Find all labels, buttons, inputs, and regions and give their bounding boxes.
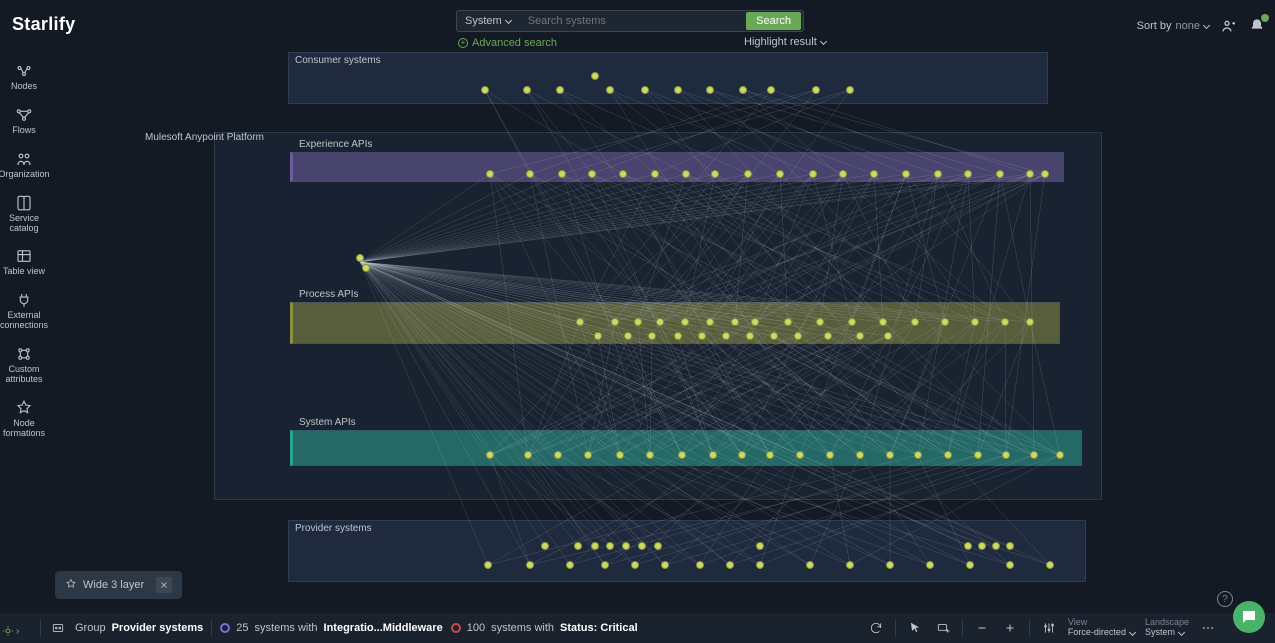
graph-canvas[interactable]: Consumer systems Mulesoft Anypoint Platf… (50, 50, 1275, 613)
organization-icon (15, 150, 33, 168)
sidebar-item-custom-attributes[interactable]: Custom attributes (1, 345, 47, 385)
refresh-icon[interactable] (867, 619, 885, 637)
lane-consumer-systems: Consumer systems (288, 52, 1048, 104)
lane-experience-apis: Experience APIs (290, 152, 1064, 182)
sidebar-item-external-connections[interactable]: External connections (1, 291, 47, 331)
legend-item-1[interactable]: 25 systems with Integratio...Middleware (220, 622, 442, 634)
sidebar-item-node-formations[interactable]: Node formations (1, 399, 47, 439)
star-outline-icon (65, 578, 77, 593)
filter-sliders-icon[interactable] (1040, 619, 1058, 637)
book-icon (15, 194, 33, 212)
chevron-down-icon (1203, 22, 1210, 29)
highlight-result-toggle[interactable]: Highlight result (744, 36, 826, 48)
legend-dot-icon (220, 623, 230, 633)
sidebar-item-organization[interactable]: Organization (1, 150, 47, 180)
notification-badge (1261, 14, 1269, 22)
plug-icon (15, 291, 33, 309)
advanced-search-link[interactable]: + Advanced search (458, 37, 557, 49)
search-input[interactable] (520, 15, 744, 27)
flows-icon (15, 106, 33, 124)
search-button[interactable]: Search (746, 12, 801, 30)
sidebar: Nodes Flows Organization Service catalog… (0, 50, 48, 613)
zoom-in-icon[interactable] (1001, 619, 1019, 637)
chevron-down-icon (1129, 629, 1136, 636)
chevron-right-icon: › (16, 626, 19, 637)
search-bar: System Search (456, 10, 804, 32)
bottom-bar: Group Provider systems 25 systems with I… (0, 613, 1275, 643)
lane-provider-systems: Provider systems (288, 520, 1086, 582)
legend-dot-icon (451, 623, 461, 633)
app-logo: Starlify (12, 14, 75, 35)
sort-by-dropdown[interactable]: Sort by none (1137, 20, 1209, 32)
search-type-label: System (465, 15, 502, 27)
notifications-icon[interactable] (1249, 18, 1265, 34)
sidebar-item-service-catalog[interactable]: Service catalog (1, 194, 47, 234)
view-dropdown[interactable]: View Force-directed (1068, 618, 1135, 638)
chevron-down-icon (820, 38, 827, 45)
lane-process-apis: Process APIs (290, 302, 1060, 344)
close-icon[interactable] (156, 577, 172, 593)
group-indicator[interactable]: Group Provider systems (75, 622, 203, 634)
sidebar-item-flows[interactable]: Flows (1, 106, 47, 136)
star-icon (15, 399, 33, 417)
chat-button[interactable] (1233, 601, 1265, 633)
group-icon[interactable] (49, 619, 67, 637)
sidebar-item-table-view[interactable]: Table view (1, 247, 47, 277)
sidebar-item-nodes[interactable]: Nodes (1, 62, 47, 92)
add-rect-icon[interactable] (934, 619, 952, 637)
legend-item-2[interactable]: 100 systems with Status: Critical (451, 622, 638, 634)
wide-layer-pill[interactable]: Wide 3 layer (55, 571, 182, 599)
cursor-icon[interactable] (906, 619, 924, 637)
add-user-icon[interactable] (1221, 18, 1237, 34)
nodes-icon (15, 62, 33, 80)
landscape-dropdown[interactable]: Landscape System (1145, 618, 1189, 638)
search-type-dropdown[interactable]: System (457, 11, 520, 31)
zoom-out-icon[interactable] (973, 619, 991, 637)
more-icon[interactable] (1199, 619, 1217, 637)
table-icon (15, 247, 33, 265)
attributes-icon (15, 345, 33, 363)
plus-circle-icon: + (458, 38, 468, 48)
chevron-down-icon (1178, 629, 1185, 636)
chevron-down-icon (505, 17, 512, 24)
lane-system-apis: System APIs (290, 430, 1082, 466)
sidebar-toggle[interactable]: › (2, 625, 19, 637)
help-icon[interactable]: ? (1217, 591, 1233, 607)
